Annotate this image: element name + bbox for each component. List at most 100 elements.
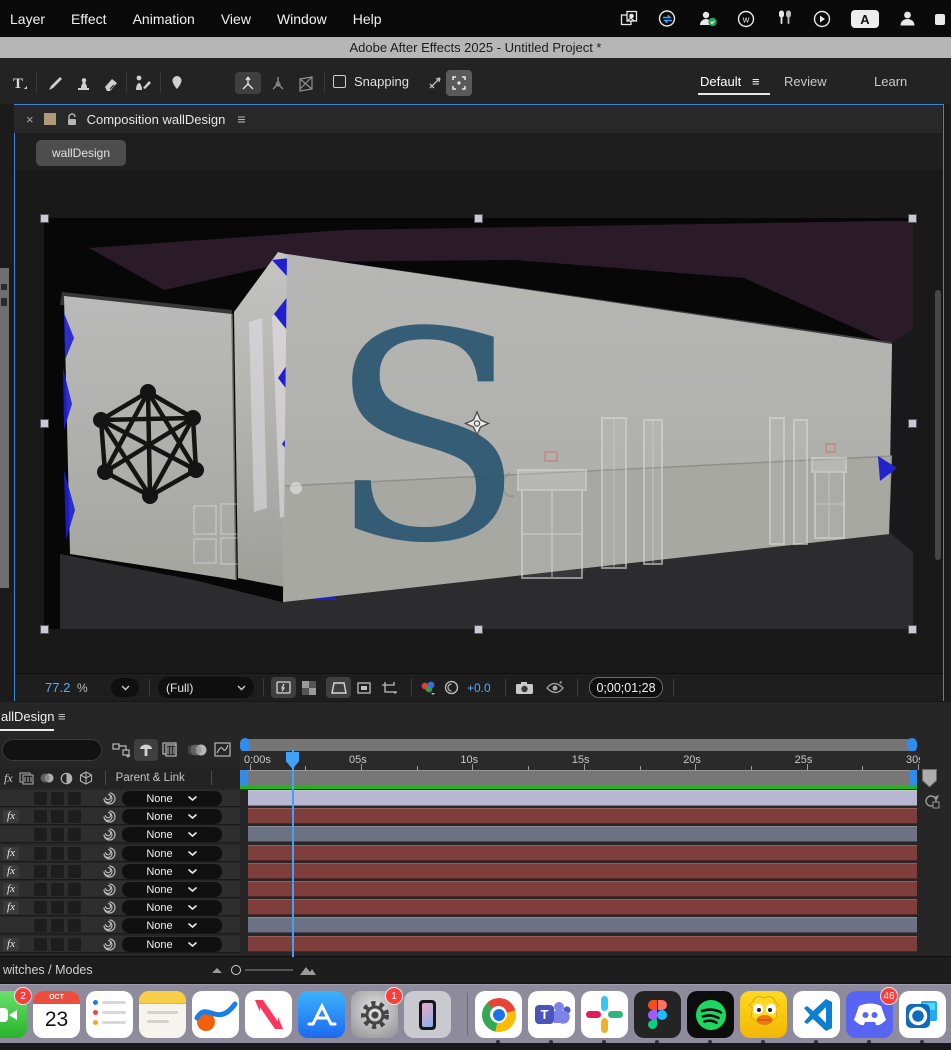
snap-options-button[interactable] bbox=[446, 70, 472, 96]
fx-badge[interactable]: fx bbox=[3, 810, 19, 823]
switch-box[interactable] bbox=[51, 810, 64, 823]
workspace-tab-learn[interactable]: Learn bbox=[874, 74, 907, 89]
battery-icon[interactable] bbox=[935, 12, 945, 26]
unlock-icon[interactable] bbox=[66, 113, 78, 126]
layer-track-bar[interactable] bbox=[248, 936, 917, 952]
switch-box[interactable] bbox=[51, 919, 64, 932]
selection-handle[interactable] bbox=[474, 625, 483, 634]
timeline-layer-row[interactable]: fxNone bbox=[0, 863, 951, 881]
switch-box[interactable] bbox=[68, 847, 81, 860]
fx-badge[interactable]: fx bbox=[3, 901, 19, 914]
work-area-start[interactable] bbox=[240, 770, 248, 786]
selection-handle[interactable] bbox=[908, 214, 917, 223]
switch-box[interactable] bbox=[34, 810, 47, 823]
time-navigator-bar[interactable] bbox=[240, 739, 917, 751]
draft-3d-button[interactable] bbox=[134, 739, 158, 761]
snapshot-camera-icon[interactable] bbox=[515, 674, 534, 701]
mask-visibility-button[interactable] bbox=[326, 677, 351, 698]
selection-handle[interactable] bbox=[474, 214, 483, 223]
switch-box[interactable] bbox=[68, 938, 81, 951]
switch-box[interactable] bbox=[51, 938, 64, 951]
pickwhip-icon[interactable] bbox=[102, 809, 117, 824]
navigator-end-handle[interactable] bbox=[907, 738, 917, 752]
region-of-interest-button[interactable] bbox=[271, 677, 296, 698]
dock-icon-notes[interactable] bbox=[139, 991, 186, 1038]
switch-box[interactable] bbox=[68, 919, 81, 932]
dock-icon-app-store[interactable] bbox=[298, 991, 345, 1038]
airpods-icon[interactable] bbox=[774, 10, 794, 27]
layer-track-bar[interactable] bbox=[248, 790, 917, 806]
switches-modes-toggle[interactable]: witches / Modes bbox=[3, 963, 93, 977]
axis-mode-view-button[interactable] bbox=[293, 72, 319, 94]
switch-box[interactable] bbox=[68, 810, 81, 823]
switch-box[interactable] bbox=[34, 883, 47, 896]
w-circle-icon[interactable]: w bbox=[737, 10, 755, 28]
pickwhip-icon[interactable] bbox=[102, 827, 117, 842]
switch-box[interactable] bbox=[68, 883, 81, 896]
menu-item-animation[interactable]: Animation bbox=[133, 11, 195, 27]
resolution-dropdown[interactable]: (Full) bbox=[158, 677, 254, 698]
fx-badge[interactable]: fx bbox=[3, 938, 19, 951]
dock-icon-news[interactable] bbox=[245, 991, 292, 1038]
eraser-tool[interactable] bbox=[98, 72, 124, 94]
timeline-layer-row[interactable]: fxNone bbox=[0, 808, 951, 826]
workspace-tab-default[interactable]: Default bbox=[700, 74, 741, 89]
selection-handle[interactable] bbox=[40, 419, 49, 428]
switch-box[interactable] bbox=[51, 901, 64, 914]
graph-editor-icon[interactable] bbox=[214, 742, 231, 757]
layer-track-bar[interactable] bbox=[248, 845, 917, 861]
timeline-layer-row[interactable]: None bbox=[0, 917, 951, 935]
switch-box[interactable] bbox=[68, 901, 81, 914]
timeline-tab[interactable]: allDesign ≡ bbox=[0, 704, 70, 730]
roto-brush-tool[interactable] bbox=[130, 72, 156, 94]
switch-box[interactable] bbox=[34, 901, 47, 914]
parent-dropdown[interactable]: None bbox=[122, 864, 222, 879]
switch-box[interactable] bbox=[68, 792, 81, 805]
timeline-search-input[interactable] bbox=[2, 739, 102, 761]
selection-handle[interactable] bbox=[908, 419, 917, 428]
menu-item-effect[interactable]: Effect bbox=[71, 11, 107, 27]
transparency-grid-button[interactable] bbox=[302, 674, 316, 701]
dock-icon-teams[interactable]: T bbox=[528, 991, 575, 1038]
parent-dropdown[interactable]: None bbox=[122, 918, 222, 933]
timeline-layer-row[interactable]: fxNone bbox=[0, 936, 951, 954]
timeline-layer-row[interactable]: None bbox=[0, 790, 951, 808]
play-circle-icon[interactable] bbox=[813, 10, 831, 28]
playhead-line[interactable] bbox=[292, 750, 294, 957]
pickwhip-icon[interactable] bbox=[102, 882, 117, 897]
layer-track-bar[interactable] bbox=[248, 917, 917, 933]
user-icon[interactable] bbox=[899, 10, 916, 27]
pickwhip-icon[interactable] bbox=[102, 846, 117, 861]
parent-dropdown[interactable]: None bbox=[122, 846, 222, 861]
panel-menu-icon[interactable]: ≡ bbox=[58, 709, 66, 724]
timeline-zoom-track[interactable] bbox=[245, 969, 293, 971]
layer-track-bar[interactable] bbox=[248, 863, 917, 879]
exposure-reset-icon[interactable] bbox=[444, 674, 459, 701]
comp-marker-bin-icon[interactable] bbox=[921, 768, 938, 788]
puppet-pin-tool[interactable] bbox=[164, 72, 190, 94]
snapping-checkbox[interactable] bbox=[333, 75, 346, 88]
switch-box[interactable] bbox=[34, 919, 47, 932]
switch-box[interactable] bbox=[51, 847, 64, 860]
layer-track-bar[interactable] bbox=[248, 881, 917, 897]
dock-icon-wave-app[interactable] bbox=[192, 991, 239, 1038]
layer-track-bar[interactable] bbox=[248, 808, 917, 824]
timeline-layer-row[interactable]: None bbox=[0, 826, 951, 844]
dock-icon-reminders[interactable] bbox=[86, 991, 133, 1038]
motion-blur-icon[interactable] bbox=[188, 743, 208, 757]
fx-badge[interactable]: fx bbox=[3, 883, 19, 896]
brush-tool[interactable] bbox=[42, 72, 68, 94]
switch-box[interactable] bbox=[51, 792, 64, 805]
switch-box[interactable] bbox=[34, 847, 47, 860]
parent-dropdown[interactable]: None bbox=[122, 827, 222, 842]
creative-cloud-icon[interactable] bbox=[657, 10, 679, 27]
dock-icon-figma[interactable] bbox=[634, 991, 681, 1038]
menu-item-view[interactable]: View bbox=[221, 11, 251, 27]
composition-tab-title[interactable]: Composition wallDesign bbox=[87, 112, 226, 127]
work-area-end[interactable] bbox=[909, 770, 917, 786]
switch-box[interactable] bbox=[51, 828, 64, 841]
3d-layer-column-icon[interactable] bbox=[79, 771, 93, 785]
selection-handle[interactable] bbox=[40, 214, 49, 223]
timeline-layer-row[interactable]: fxNone bbox=[0, 881, 951, 899]
adobe-a-icon[interactable]: A bbox=[850, 9, 880, 29]
